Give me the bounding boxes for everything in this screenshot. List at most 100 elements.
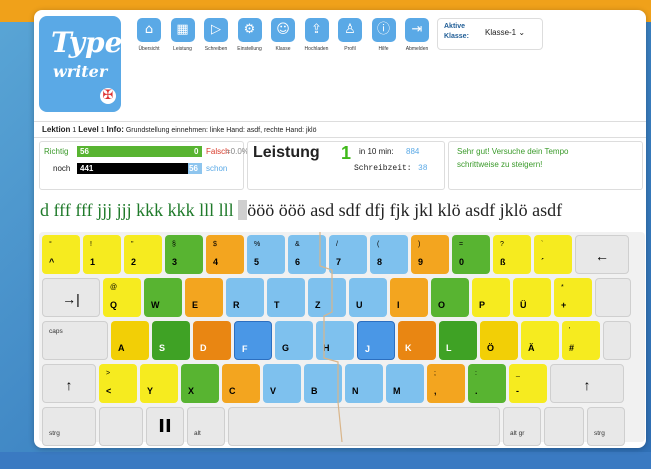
key-4[interactable]: $4 [206, 235, 244, 274]
schreibzeit-label: Schreibzeit: [354, 164, 412, 173]
key-5[interactable]: % 5 [247, 235, 285, 274]
key-,[interactable]: ;, [427, 364, 465, 403]
key-pause[interactable]: II [146, 407, 184, 446]
nav-item[interactable]: ⌂ Übersicht [134, 18, 164, 68]
key-B[interactable]: B [304, 364, 342, 403]
nav-item[interactable]: ▷ Schreiben [201, 18, 231, 68]
key-7[interactable]: /7 [329, 235, 367, 274]
key-shift-label: ' [569, 327, 571, 334]
key-X[interactable]: X [181, 364, 219, 403]
key-alt-gr[interactable]: alt gr [503, 407, 541, 446]
nav-item[interactable]: ⓘ Hilfe [369, 18, 399, 68]
key-main-label: N [352, 386, 359, 396]
key-´[interactable]: ` ´ [534, 235, 572, 274]
key-small-label: strg [49, 430, 60, 437]
nav-item[interactable]: ▦ Leistung [168, 18, 198, 68]
class-label: Aktive Klasse: [444, 22, 469, 42]
key-F[interactable]: F [234, 321, 272, 360]
key-I[interactable]: I [390, 278, 428, 317]
key-small-label: caps [49, 328, 63, 335]
key-blank[interactable] [544, 407, 584, 446]
nav-item[interactable]: ⇪ Hochladen [302, 18, 332, 68]
key-T[interactable]: T [267, 278, 305, 317]
virtual-keyboard: ° ^! 1 " 2 § 3 $4% 5 & 6/7(8) 9 = 0? ß ` ´ ← →| @ Q W E R T Z U I O P… [39, 232, 645, 446]
key-C[interactable]: C [222, 364, 260, 403]
key-alt[interactable]: alt [187, 407, 225, 446]
key-main-label: 8 [377, 257, 383, 267]
key-M[interactable]: M [386, 364, 424, 403]
key-^[interactable]: ° ^ [42, 235, 80, 274]
key-8[interactable]: (8 [370, 235, 408, 274]
key-<[interactable]: > < [99, 364, 137, 403]
key-N[interactable]: N [345, 364, 383, 403]
key-U[interactable]: U [349, 278, 387, 317]
key-strg[interactable]: strg [587, 407, 625, 446]
key-small-label: alt [194, 430, 201, 437]
key-blank[interactable] [228, 407, 500, 446]
key-blank[interactable] [99, 407, 143, 446]
key-Q[interactable]: @ Q [103, 278, 141, 317]
key-ß[interactable]: ? ß [493, 235, 531, 274]
key-2[interactable]: " 2 [124, 235, 162, 274]
key-Ä[interactable]: Ä [521, 321, 559, 360]
key-special[interactable]: ↑ [42, 364, 96, 403]
key-blank[interactable] [595, 278, 631, 317]
key-W[interactable]: W [144, 278, 182, 317]
key-shift-label: & [295, 241, 300, 248]
class-selector[interactable]: Aktive Klasse: Klasse-1 ⌄ [437, 18, 543, 50]
key-main-label: ´ [541, 257, 544, 267]
nav-label: Übersicht [138, 46, 160, 52]
key-3[interactable]: § 3 [165, 235, 203, 274]
key-shift-label: § [172, 241, 176, 248]
key-caps[interactable]: caps [42, 321, 108, 360]
key-main-label: K [405, 343, 412, 353]
key-J[interactable]: J [357, 321, 395, 360]
key-S[interactable]: S [152, 321, 190, 360]
leistung-score: 1 [341, 143, 352, 163]
key-special[interactable]: ↑ [550, 364, 624, 403]
key-V[interactable]: V [263, 364, 301, 403]
key-O[interactable]: O [431, 278, 469, 317]
key-P[interactable]: P [472, 278, 510, 317]
key--[interactable]: _ - [509, 364, 547, 403]
key-main-label: E [192, 300, 199, 310]
key-Z[interactable]: Z [308, 278, 346, 317]
key-R[interactable]: R [226, 278, 264, 317]
key-main-label: U [356, 300, 363, 310]
typewriter-app: Type writer ✠ ⌂ Übersicht ▦ Leistung ▷ S… [34, 10, 646, 448]
key-+[interactable]: * + [554, 278, 592, 317]
class-dropdown-value[interactable]: Klasse-1 ⌄ [485, 28, 525, 37]
key-Ö[interactable]: Ö [480, 321, 518, 360]
typewriter-logo[interactable]: Type writer ✠ [39, 16, 122, 112]
key-K[interactable]: K [398, 321, 436, 360]
key-L[interactable]: L [439, 321, 477, 360]
key-main-label: Ö [487, 343, 495, 353]
key-D[interactable]: D [193, 321, 231, 360]
key-E[interactable]: E [185, 278, 223, 317]
feedback-line2: schrittweise zu steigern! [457, 160, 543, 169]
key-0[interactable]: = 0 [452, 235, 490, 274]
shift-arrow-icon: ↑ [65, 377, 73, 393]
key-Ü[interactable]: Ü [513, 278, 551, 317]
nav-item[interactable]: ⚙ Einstellung [235, 18, 265, 68]
nav-item[interactable]: ♙ Profil [335, 18, 365, 68]
key-H[interactable]: H [316, 321, 354, 360]
key-1[interactable]: ! 1 [83, 235, 121, 274]
key-.[interactable]: :. [468, 364, 506, 403]
backspace-arrow-icon: ← [595, 248, 609, 264]
key-G[interactable]: G [275, 321, 313, 360]
key-A[interactable]: A [111, 321, 149, 360]
key-main-label: 3 [172, 257, 178, 267]
key-main-label: 2 [131, 257, 137, 267]
key-strg[interactable]: strg [42, 407, 96, 446]
key-Y[interactable]: Y [140, 364, 178, 403]
key-#[interactable]: ' # [562, 321, 600, 360]
nav-item[interactable]: ☺ Klasse [268, 18, 298, 68]
key-6[interactable]: & 6 [288, 235, 326, 274]
key-special[interactable]: ← [575, 235, 629, 274]
nav-item[interactable]: ⇥ Abmelden [402, 18, 432, 68]
key-blank[interactable] [603, 321, 631, 360]
current-character: ö [238, 200, 248, 220]
key-special[interactable]: →| [42, 278, 100, 317]
key-9[interactable]: ) 9 [411, 235, 449, 274]
